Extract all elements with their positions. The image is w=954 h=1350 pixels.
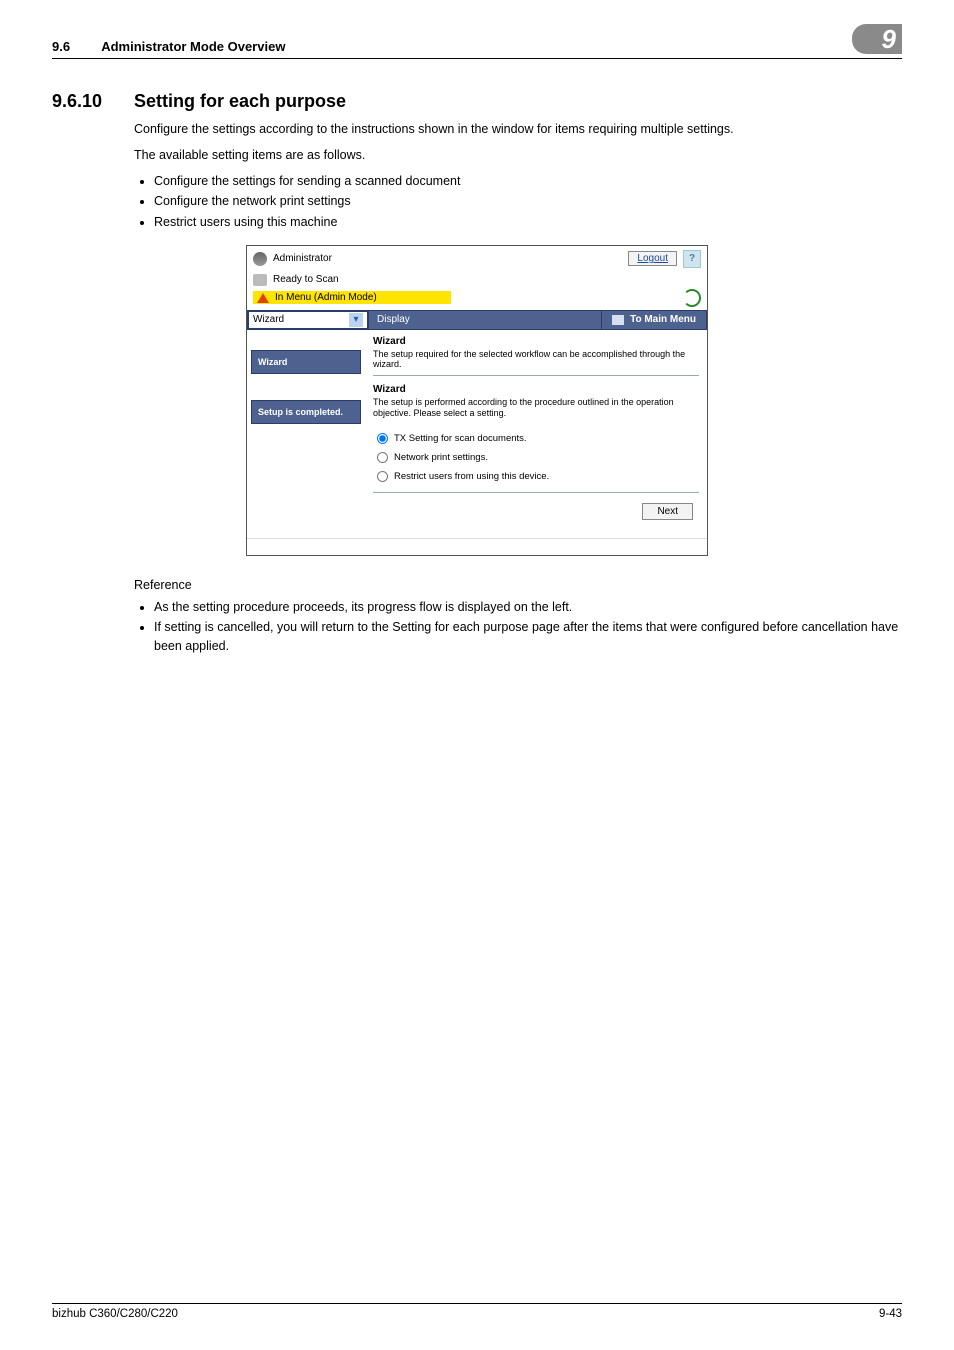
logout-button[interactable]: Logout	[628, 251, 677, 266]
warning-icon	[257, 293, 269, 303]
wizard-sub: Wizard The setup is performed according …	[373, 384, 699, 426]
left-sidebar: Wizard Setup is completed.	[247, 330, 365, 531]
reference-bullet-list: As the setting procedure proceeds, its p…	[134, 598, 902, 654]
reference-title: Reference	[134, 576, 902, 594]
footer-page-number: 9-43	[879, 1308, 902, 1320]
header-section-title: Administrator Mode Overview	[101, 39, 285, 54]
screenshot-panel: Administrator Logout ? Ready to Scan In …	[246, 245, 708, 557]
radio-network-print[interactable]	[377, 452, 388, 463]
printer-icon	[253, 274, 267, 286]
button-row: Next	[373, 492, 699, 522]
list-item: As the setting procedure proceeds, its p…	[154, 598, 902, 616]
sidebar-item-completed[interactable]: Setup is completed.	[251, 400, 361, 424]
chevron-down-icon: ▾	[349, 313, 363, 327]
setting-bullet-list: Configure the settings for sending a sca…	[134, 172, 902, 230]
wizard-head: Wizard The setup required for the select…	[373, 332, 699, 376]
radio-restrict-users[interactable]	[377, 471, 388, 482]
running-header: 9.6 Administrator Mode Overview 9	[52, 30, 902, 59]
menu-select-value: Wizard	[253, 314, 284, 325]
menu-select[interactable]: Wizard ▾	[247, 310, 369, 330]
administrator-icon	[253, 252, 267, 266]
option-tx-scan[interactable]: TX Setting for scan documents.	[377, 433, 699, 444]
page-footer: bizhub C360/C280/C220 9-43	[52, 1303, 902, 1320]
list-item: Configure the network print settings	[154, 192, 902, 210]
intro-paragraph-2: The available setting items are as follo…	[134, 146, 902, 164]
list-item: Configure the settings for sending a sca…	[154, 172, 902, 190]
list-item: If setting is cancelled, you will return…	[154, 618, 902, 654]
wizard-head-title: Wizard	[373, 336, 699, 347]
header-title: 9.6 Administrator Mode Overview	[52, 39, 852, 54]
option-restrict-users[interactable]: Restrict users from using this device.	[377, 471, 699, 482]
wizard-sub-desc: The setup is performed according to the …	[373, 395, 699, 420]
radio-tx-scan[interactable]	[377, 433, 388, 444]
help-icon[interactable]: ?	[683, 250, 701, 268]
status-ready: Ready to Scan	[273, 274, 339, 285]
admin-mode-warning: In Menu (Admin Mode)	[253, 291, 451, 304]
next-button[interactable]: Next	[642, 503, 693, 520]
options-group: TX Setting for scan documents. Network p…	[377, 433, 699, 482]
list-item: Restrict users using this machine	[154, 213, 902, 231]
display-button[interactable]: Display	[369, 310, 418, 330]
wizard-head-desc: The setup required for the selected work…	[373, 347, 699, 369]
section-heading: 9.6.10 Setting for each purpose	[52, 91, 902, 112]
wizard-sub-title: Wizard	[373, 384, 699, 395]
warning-text: In Menu (Admin Mode)	[275, 292, 377, 303]
option-label: Restrict users from using this device.	[394, 471, 549, 482]
option-label: TX Setting for scan documents.	[394, 433, 527, 444]
status-block: Ready to Scan In Menu (Admin Mode)	[247, 272, 707, 310]
main-menu-icon	[612, 315, 624, 325]
footer-model: bizhub C360/C280/C220	[52, 1308, 879, 1320]
refresh-icon[interactable]	[683, 289, 701, 307]
sidebar-item-wizard[interactable]: Wizard	[251, 350, 361, 374]
option-network-print[interactable]: Network print settings.	[377, 452, 699, 463]
section-number: 9.6.10	[52, 91, 134, 112]
screenshot-footer	[247, 538, 707, 555]
administrator-label: Administrator	[273, 253, 332, 264]
header-section-num: 9.6	[52, 39, 70, 54]
chapter-badge: 9	[852, 24, 902, 54]
main-menu-label: To Main Menu	[630, 314, 696, 325]
content-area: Wizard The setup required for the select…	[365, 330, 707, 531]
intro-paragraph-1: Configure the settings according to the …	[134, 120, 902, 138]
body-text: Configure the settings according to the …	[134, 120, 902, 231]
section-title: Setting for each purpose	[134, 91, 346, 112]
reference-block: Reference As the setting procedure proce…	[134, 576, 902, 655]
navigation-bar: Wizard ▾ Display To Main Menu	[247, 310, 707, 330]
screenshot-top-bar: Administrator Logout ?	[247, 246, 707, 272]
option-label: Network print settings.	[394, 452, 488, 463]
to-main-menu-button[interactable]: To Main Menu	[601, 310, 707, 330]
